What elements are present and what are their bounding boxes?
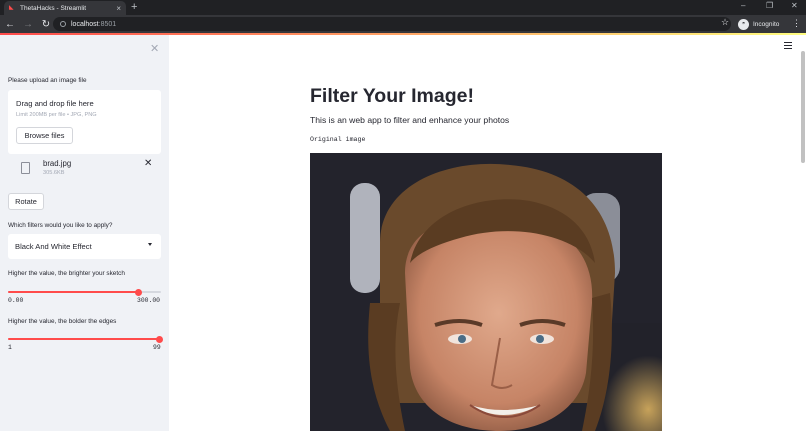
address-bar[interactable]: localhost:8501	[53, 17, 731, 31]
remove-file-icon[interactable]: ✕	[144, 158, 152, 169]
main-content: Filter Your Image! This is an web app to…	[169, 35, 806, 431]
site-info-icon[interactable]	[60, 21, 66, 27]
tab-title: ThetaHacks - Streamlit	[20, 4, 87, 12]
dropzone-limit: Limit 200MB per file • JPG, PNG	[16, 112, 97, 118]
rotate-button[interactable]: Rotate	[8, 193, 44, 210]
forward-icon[interactable]: →	[20, 19, 36, 30]
incognito-icon: ◓	[738, 18, 749, 30]
star-icon[interactable]: ☆	[721, 17, 729, 28]
brightness-slider[interactable]	[8, 288, 161, 296]
edges-slider-fill	[8, 338, 160, 340]
filter-select[interactable]: Black And White Effect	[8, 234, 161, 259]
slider1-max: 300.00	[137, 297, 161, 304]
file-name: brad.jpg	[43, 159, 72, 168]
slider1-min: 0.00	[8, 297, 24, 304]
incognito-indicator[interactable]: ◓ Incognito	[738, 17, 779, 31]
chevron-down-icon	[148, 243, 152, 246]
original-image	[310, 153, 662, 431]
portrait-photo	[310, 153, 662, 431]
browser-tabstrip: ◣ ThetaHacks - Streamlit × + – ❐ ✕	[0, 0, 806, 15]
dropzone-title: Drag and drop file here	[16, 99, 94, 108]
slider1-label: Higher the value, the brighter your sket…	[8, 270, 125, 277]
edges-slider[interactable]	[8, 335, 163, 343]
filter-label: Which filters would you like to apply?	[8, 222, 113, 229]
brightness-slider-fill	[8, 291, 139, 293]
scrollbar[interactable]	[801, 51, 805, 163]
brightness-slider-thumb[interactable]	[134, 288, 142, 296]
minimize-icon[interactable]: –	[741, 1, 745, 10]
back-icon[interactable]: ←	[2, 19, 18, 30]
browser-tab[interactable]: ◣ ThetaHacks - Streamlit ×	[4, 1, 126, 15]
sidebar-close-icon[interactable]: ✕	[150, 42, 159, 55]
edges-slider-thumb[interactable]	[155, 335, 163, 343]
browse-files-button[interactable]: Browse files	[16, 127, 73, 144]
new-tab-icon[interactable]: +	[131, 1, 137, 13]
streamlit-favicon-icon: ◣	[9, 5, 14, 11]
slider2-min: 1	[8, 344, 12, 351]
file-dropzone[interactable]: Drag and drop file here Limit 200MB per …	[8, 90, 161, 154]
browser-toolbar: ← → ↻ localhost:8501 ☆ ◓ Incognito ⋮	[0, 15, 806, 33]
url-port: :8501	[98, 20, 117, 28]
browser-menu-icon[interactable]: ⋮	[792, 18, 801, 29]
image-caption: Original image	[310, 136, 366, 143]
hamburger-menu-icon[interactable]	[784, 42, 792, 51]
slider2-max: 99	[153, 344, 161, 351]
sidebar: ✕ Please upload an image file Drag and d…	[0, 35, 169, 431]
uploaded-file: brad.jpg 305.6KB ✕	[8, 158, 161, 181]
upload-label: Please upload an image file	[8, 77, 87, 84]
page-title: Filter Your Image!	[310, 85, 474, 107]
incognito-label: Incognito	[753, 20, 780, 28]
url-host: localhost	[71, 20, 99, 28]
page-description: This is an web app to filter and enhance…	[310, 115, 510, 125]
filter-selected-value: Black And White Effect	[15, 242, 92, 251]
reload-icon[interactable]: ↻	[38, 19, 54, 30]
file-size: 305.6KB	[43, 170, 65, 176]
restore-icon[interactable]: ❐	[766, 1, 773, 10]
tab-close-icon[interactable]: ×	[116, 4, 121, 13]
file-icon	[21, 162, 30, 174]
slider2-label: Higher the value, the bolder the edges	[8, 318, 117, 325]
window-close-icon[interactable]: ✕	[791, 1, 798, 10]
